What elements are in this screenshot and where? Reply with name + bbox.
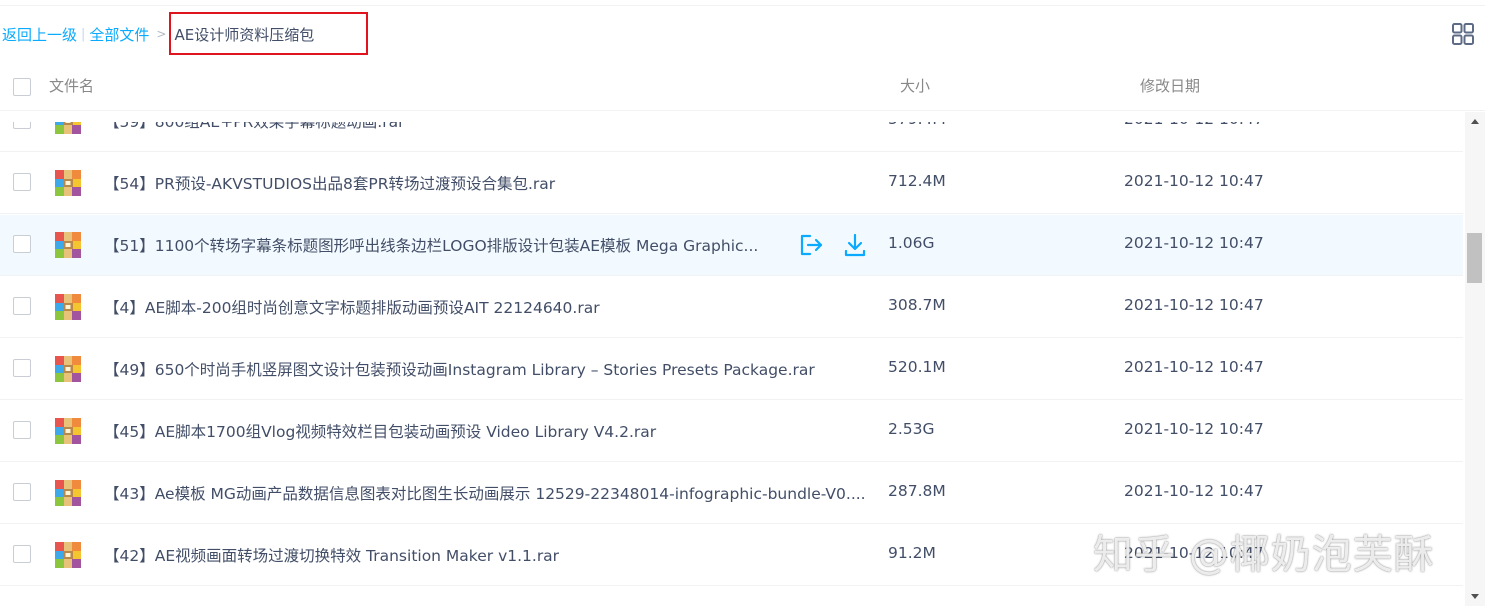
all-files-link[interactable]: 全部文件 [89, 24, 149, 45]
file-name[interactable]: 【4】AE脚本-200组时尚创意文字标题排版动画预设AIT 22124640.r… [104, 296, 600, 318]
row-checkbox[interactable] [13, 122, 31, 129]
file-name[interactable]: 【54】PR预设-AKVSTUDIOS出品8套PR转场过渡预设合集包.rar [104, 172, 555, 194]
row-checkbox[interactable] [13, 421, 31, 439]
file-name[interactable]: 【45】AE脚本1700组Vlog视频特效栏目包装动画预设 Video Libr… [104, 420, 656, 442]
top-divider [0, 5, 1485, 6]
file-name[interactable]: 【43】Ae模板 MG动画产品数据信息图表对比图生长动画展示 12529-223… [104, 482, 866, 504]
file-row[interactable]: 【4】AE脚本-200组时尚创意文字标题排版动画预设AIT 22124640.r… [0, 277, 1463, 338]
column-header-name[interactable]: 文件名 [49, 75, 94, 96]
row-checkbox[interactable] [13, 297, 31, 315]
row-checkbox[interactable] [13, 235, 31, 253]
scrollbar-thumb[interactable] [1467, 233, 1482, 283]
file-size: 520.1M [888, 358, 946, 376]
file-size: 579.4M [888, 122, 946, 128]
winrar-archive-icon [54, 355, 82, 383]
grid-view-icon[interactable] [1451, 22, 1475, 46]
file-name[interactable]: 【59】800组AE+PR效果字幕标题动画.rar [104, 122, 404, 132]
row-checkbox[interactable] [13, 483, 31, 501]
winrar-archive-icon [54, 417, 82, 445]
row-checkbox[interactable] [13, 545, 31, 563]
winrar-archive-icon [54, 479, 82, 507]
file-size: 91.2M [888, 544, 936, 562]
column-header-date[interactable]: 修改日期 [1140, 75, 1200, 96]
winrar-archive-icon [54, 293, 82, 321]
file-size: 287.8M [888, 482, 946, 500]
winrar-archive-icon [54, 231, 82, 259]
winrar-archive-icon [54, 122, 82, 135]
file-modified-date: 2021-10-12 10:47 [1124, 234, 1264, 252]
file-row[interactable]: 【43】Ae模板 MG动画产品数据信息图表对比图生长动画展示 12529-223… [0, 463, 1463, 524]
select-all-checkbox[interactable] [13, 78, 31, 96]
file-modified-date: 2021-10-12 10:47 [1124, 482, 1264, 500]
breadcrumb-arrow: > [156, 27, 167, 41]
file-modified-date: 2021-10-12 10:47 [1124, 420, 1264, 438]
file-row[interactable]: 【51】1100个转场字幕条标题图形呼出线条边栏LOGO排版设计包装AE模板 M… [0, 215, 1463, 276]
file-row[interactable]: 【54】PR预设-AKVSTUDIOS出品8套PR转场过渡预设合集包.rar 7… [0, 153, 1463, 214]
file-size: 712.4M [888, 172, 946, 190]
row-checkbox[interactable] [13, 173, 31, 191]
file-name[interactable]: 【51】1100个转场字幕条标题图形呼出线条边栏LOGO排版设计包装AE模板 M… [104, 234, 758, 256]
column-header-size[interactable]: 大小 [900, 75, 930, 96]
file-row[interactable]: 【49】650个时尚手机竖屏图文设计包装预设动画Instagram Librar… [0, 339, 1463, 400]
file-modified-date: 2021-10-12 10:47 [1124, 296, 1264, 314]
file-name[interactable]: 【49】650个时尚手机竖屏图文设计包装预设动画Instagram Librar… [104, 358, 815, 380]
download-icon[interactable] [841, 231, 869, 259]
file-row[interactable]: 【59】800组AE+PR效果字幕标题动画.rar 579.4M 2021-10… [0, 122, 1463, 152]
file-row[interactable]: 【45】AE脚本1700组Vlog视频特效栏目包装动画预设 Video Libr… [0, 401, 1463, 462]
watermark: 知乎 @椰奶泡芙酥 [1093, 532, 1435, 578]
file-size: 308.7M [888, 296, 946, 314]
file-list-header: 文件名 大小 修改日期 [0, 66, 1485, 111]
file-name[interactable]: 【42】AE视频画面转场过渡切换特效 Transition Maker v1.1… [104, 544, 559, 566]
file-modified-date: 2021-10-12 10:47 [1124, 122, 1264, 128]
file-size: 2.53G [888, 420, 935, 438]
winrar-archive-icon [54, 169, 82, 197]
row-checkbox[interactable] [13, 359, 31, 377]
file-modified-date: 2021-10-12 10:47 [1124, 172, 1264, 190]
scroll-down-arrow-icon[interactable] [1465, 586, 1485, 606]
vertical-scrollbar[interactable] [1465, 112, 1485, 606]
scroll-up-arrow-icon[interactable] [1465, 112, 1485, 132]
annotation-highlight-box [169, 12, 368, 55]
winrar-archive-icon [54, 541, 82, 569]
share-icon[interactable] [797, 231, 825, 259]
file-size: 1.06G [888, 234, 935, 252]
file-modified-date: 2021-10-12 10:47 [1124, 358, 1264, 376]
back-link[interactable]: 返回上一级 [2, 24, 77, 45]
breadcrumb-separator: | [81, 26, 86, 42]
